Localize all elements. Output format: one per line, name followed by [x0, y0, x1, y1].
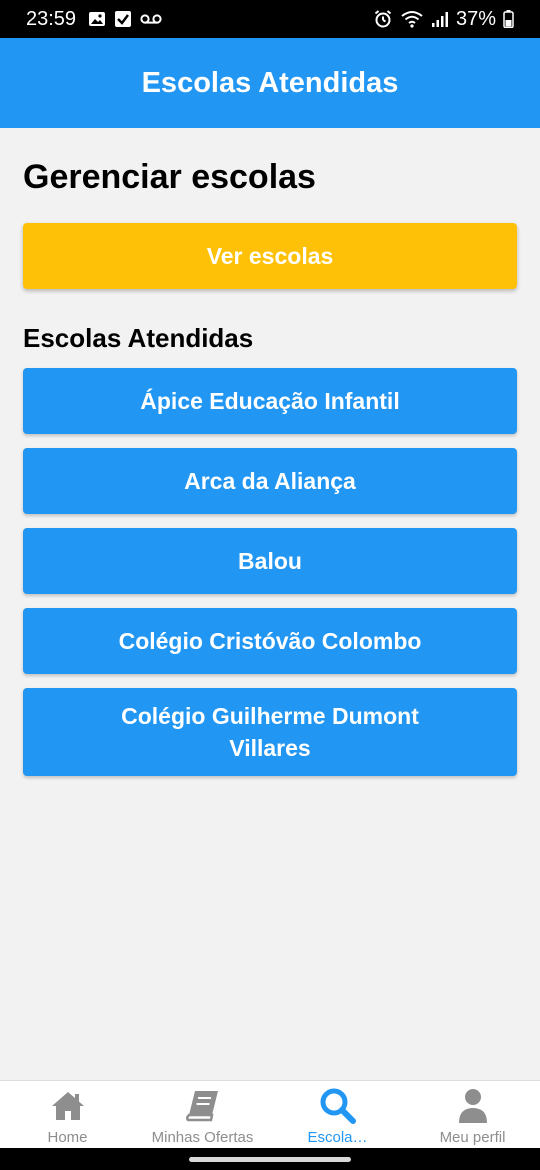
- status-time: 23:59: [26, 7, 77, 30]
- home-icon: [50, 1087, 86, 1125]
- status-left: 23:59: [26, 8, 162, 31]
- school-button[interactable]: Balou: [23, 528, 517, 594]
- signal-icon: [431, 10, 449, 28]
- school-list: Ápice Educação Infantil Arca da Aliança …: [23, 368, 517, 776]
- nav-label-escolas: Escola…: [307, 1129, 368, 1146]
- status-right: 37%: [373, 8, 514, 31]
- nav-item-meu-perfil[interactable]: Meu perfil: [405, 1081, 540, 1148]
- user-icon: [457, 1087, 489, 1125]
- home-gesture-bar[interactable]: [189, 1156, 351, 1162]
- school-button[interactable]: Arca da Aliança: [23, 448, 517, 514]
- nav-item-escolas[interactable]: Escola…: [270, 1081, 405, 1148]
- book-icon: [185, 1087, 221, 1125]
- gesture-area: [0, 1148, 540, 1170]
- school-button[interactable]: Ápice Educação Infantil: [23, 368, 517, 434]
- school-button[interactable]: Colégio Guilherme Dumont Villares: [23, 688, 517, 776]
- checkbox-icon: [114, 10, 132, 28]
- nav-label-home: Home: [47, 1129, 88, 1146]
- page-title: Gerenciar escolas: [23, 158, 316, 196]
- battery-percentage: 37%: [455, 7, 496, 30]
- app-header: Escolas Atendidas: [0, 38, 540, 128]
- main-content: Gerenciar escolas Ver escolas Escolas At…: [0, 128, 540, 1080]
- ver-escolas-button[interactable]: Ver escolas: [23, 223, 517, 289]
- school-button[interactable]: Colégio Cristóvão Colombo: [23, 608, 517, 674]
- wifi-icon: [400, 9, 424, 29]
- alarm-icon: [373, 9, 393, 29]
- image-icon: [88, 10, 106, 28]
- section-title: Escolas Atendidas: [23, 323, 254, 353]
- bottom-nav: Home Minhas Ofertas Escola… Meu perfil: [0, 1080, 540, 1148]
- search-icon: [319, 1087, 357, 1125]
- nav-label-meu-perfil: Meu perfil: [439, 1129, 506, 1146]
- battery-icon: [503, 10, 514, 28]
- nav-item-minhas-ofertas[interactable]: Minhas Ofertas: [135, 1081, 270, 1148]
- status-bar: 23:59 37%: [0, 0, 540, 38]
- nav-label-minhas-ofertas: Minhas Ofertas: [151, 1129, 254, 1146]
- voicemail-icon: [140, 12, 162, 26]
- header-title: Escolas Atendidas: [141, 66, 399, 99]
- nav-item-home[interactable]: Home: [0, 1081, 135, 1148]
